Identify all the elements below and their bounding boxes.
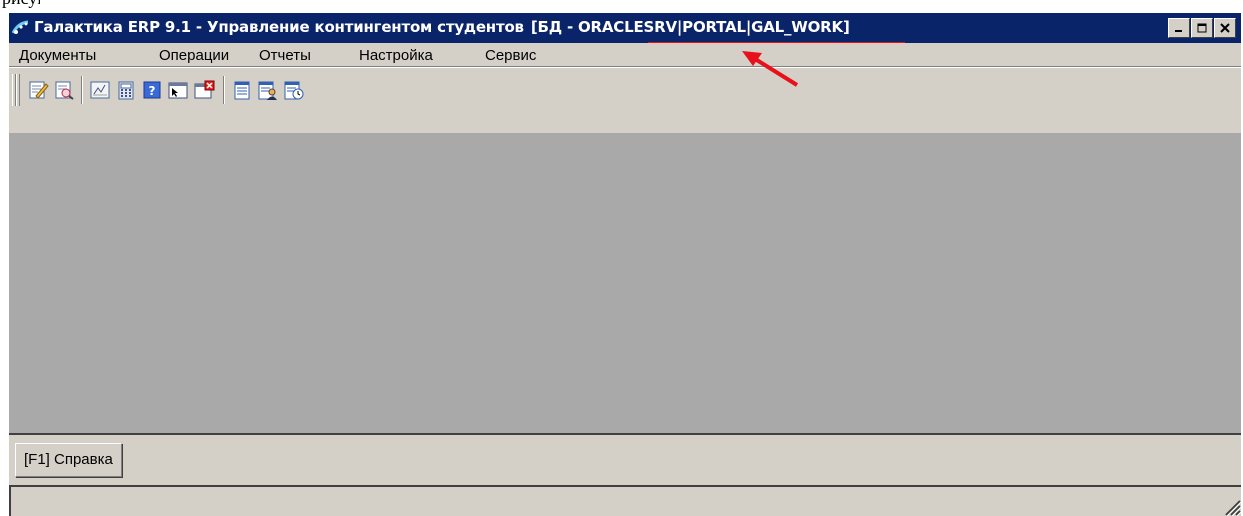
menu-reports[interactable]: Отчеты (259, 47, 311, 64)
formula-icon[interactable] (89, 79, 111, 101)
toolbar-grip-2[interactable] (16, 74, 20, 106)
app-window: Галактика ERP 9.1 - Управление континген… (8, 12, 1241, 516)
toolbar-separator (223, 76, 225, 104)
edit-doc-icon[interactable] (27, 79, 49, 101)
resize-grip-icon[interactable] (1220, 495, 1241, 516)
close-icon (1220, 23, 1230, 33)
user-report-icon[interactable] (257, 79, 279, 101)
maximize-button[interactable] (1191, 18, 1213, 38)
view-doc-icon[interactable] (53, 79, 75, 101)
menu-operations[interactable]: Операции (159, 47, 229, 64)
title-bar[interactable]: Галактика ERP 9.1 - Управление континген… (9, 13, 1241, 43)
window-controls (1167, 18, 1236, 38)
window-title-main: Галактика ERP 9.1 - Управление континген… (34, 18, 524, 36)
close-window-icon[interactable] (193, 79, 215, 101)
menu-bar: Документы Операции Отчеты Настройка Серв… (9, 43, 1241, 67)
toolbar: ? (9, 67, 1241, 113)
report-icon[interactable] (231, 79, 253, 101)
mdi-workspace[interactable] (9, 133, 1241, 435)
menu-documents[interactable]: Документы (19, 47, 96, 64)
close-button[interactable] (1214, 18, 1236, 38)
svg-text:?: ? (149, 84, 156, 98)
galaktika-logo-icon (12, 19, 30, 37)
scheduled-report-icon[interactable] (283, 79, 305, 101)
help-f1-button[interactable]: [F1] Справка (15, 443, 122, 477)
window-title: Галактика ERP 9.1 - Управление континген… (34, 18, 850, 36)
calculator-icon[interactable] (115, 79, 137, 101)
help-icon[interactable]: ? (141, 79, 163, 101)
maximize-icon (1197, 23, 1207, 33)
toolbar-separator (81, 76, 83, 104)
window-title-db: [БД - ORACLESRV|PORTAL|GAL_WORK] (530, 18, 850, 36)
status-bar: [F1] Справка (9, 435, 1241, 516)
menu-service[interactable]: Сервис (485, 47, 536, 64)
menu-settings[interactable]: Настройка (359, 47, 433, 64)
minimize-button[interactable] (1168, 18, 1190, 38)
page-text-fragment: рисунку) (0, 0, 40, 10)
minimize-icon (1175, 30, 1182, 32)
select-window-icon[interactable] (167, 79, 189, 101)
status-field (9, 485, 1241, 516)
page-text: рисунку) (2, 0, 40, 9)
